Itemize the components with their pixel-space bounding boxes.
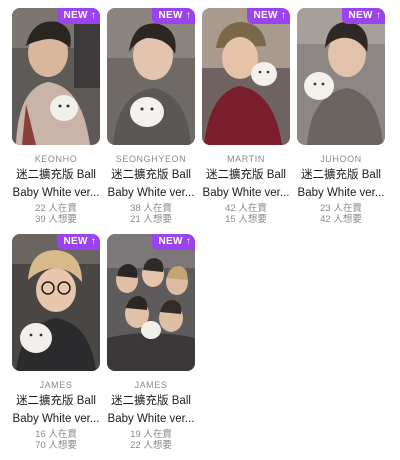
photocard-grid: NEW ↑ KEONHO 迷二擴充版 Ball Baby White ver..… [12,8,392,460]
member-name: JAMES [134,380,168,390]
new-badge-label: NEW [63,236,88,247]
wanters-count: 39 人想要 [35,214,77,225]
photo-placeholder [202,8,290,145]
arrow-up-icon: ↑ [90,10,96,21]
photocard-image[interactable]: NEW ↑ [107,8,195,145]
photocard-image[interactable]: NEW ↑ [107,234,195,371]
sellers-count: 38 人在賣 [130,203,172,214]
card-title-line1[interactable]: 迷二擴充版 Ball [202,168,290,183]
photo-placeholder [12,234,100,371]
wanters-count: 21 人想要 [130,214,172,225]
card-title-line1[interactable]: 迷二擴充版 Ball [12,394,100,409]
card-stats: 42 人在賣 15 人想要 [202,203,290,225]
member-name: MARTIN [227,154,265,164]
wanters-count: 70 人想要 [35,440,77,451]
card-stats: 23 人在賣 42 人想要 [297,203,385,225]
photocard-image[interactable]: NEW ↑ [202,8,290,145]
photocard-image[interactable]: NEW ↑ [12,234,100,371]
new-badge: NEW ↑ [247,8,290,24]
new-badge: NEW ↑ [342,8,385,24]
member-name: JAMES [39,380,73,390]
arrow-up-icon: ↑ [185,10,191,21]
photo-placeholder [297,8,385,145]
card-title-line2[interactable]: Baby White ver... [107,412,195,427]
card-stats: 19 人在賣 22 人想要 [107,429,195,451]
card-title-line2[interactable]: Baby White ver... [12,186,100,201]
wanters-count: 42 人想要 [320,214,362,225]
card-stats: 16 人在賣 70 人想要 [12,429,100,451]
new-badge-label: NEW [348,10,373,21]
sellers-count: 42 人在賣 [225,203,267,214]
sellers-count: 19 人在賣 [130,429,172,440]
new-badge: NEW ↑ [57,8,100,24]
new-badge: NEW ↑ [152,234,195,250]
card-title-line2[interactable]: Baby White ver... [297,186,385,201]
member-name: JUHOON [320,154,362,164]
arrow-up-icon: ↑ [90,236,96,247]
new-badge: NEW ↑ [57,234,100,250]
photocard-item[interactable]: NEW ↑ JUHOON 迷二擴充版 Ball Baby White ver..… [297,8,385,234]
member-name: SEONGHYEON [115,154,187,164]
new-badge-label: NEW [63,10,88,21]
arrow-up-icon: ↑ [280,10,286,21]
card-title-line2[interactable]: Baby White ver... [107,186,195,201]
member-name: KEONHO [34,154,78,164]
card-title-line1[interactable]: 迷二擴充版 Ball [12,168,100,183]
photocard-item[interactable]: NEW ↑ KEONHO 迷二擴充版 Ball Baby White ver..… [12,8,100,234]
wanters-count: 15 人想要 [225,214,267,225]
arrow-up-icon: ↑ [185,236,191,247]
photocard-image[interactable]: NEW ↑ [297,8,385,145]
photocard-item[interactable]: NEW ↑ SEONGHYEON 迷二擴充版 Ball Baby White v… [107,8,195,234]
photocard-item[interactable]: NEW ↑ JAMES 迷二擴充版 Ball Baby White ver...… [12,234,100,460]
sellers-count: 22 人在賣 [35,203,77,214]
new-badge-label: NEW [158,10,183,21]
photocard-item[interactable]: NEW ↑ JAMES 迷二擴充版 Ball Baby White ver...… [107,234,195,460]
new-badge-label: NEW [253,10,278,21]
photo-placeholder [107,8,195,145]
card-stats: 22 人在賣 39 人想要 [12,203,100,225]
card-title-line2[interactable]: Baby White ver... [202,186,290,201]
card-title-line2[interactable]: Baby White ver... [12,412,100,427]
card-title-line1[interactable]: 迷二擴充版 Ball [107,168,195,183]
photocard-image[interactable]: NEW ↑ [12,8,100,145]
card-title-line1[interactable]: 迷二擴充版 Ball [107,394,195,409]
photocard-item[interactable]: NEW ↑ MARTIN 迷二擴充版 Ball Baby White ver..… [202,8,290,234]
card-stats: 38 人在賣 21 人想要 [107,203,195,225]
new-badge: NEW ↑ [152,8,195,24]
photo-placeholder [12,8,100,145]
arrow-up-icon: ↑ [375,10,381,21]
sellers-count: 23 人在賣 [320,203,362,214]
wanters-count: 22 人想要 [130,440,172,451]
new-badge-label: NEW [158,236,183,247]
card-title-line1[interactable]: 迷二擴充版 Ball [297,168,385,183]
photo-placeholder [107,234,195,371]
sellers-count: 16 人在賣 [35,429,77,440]
